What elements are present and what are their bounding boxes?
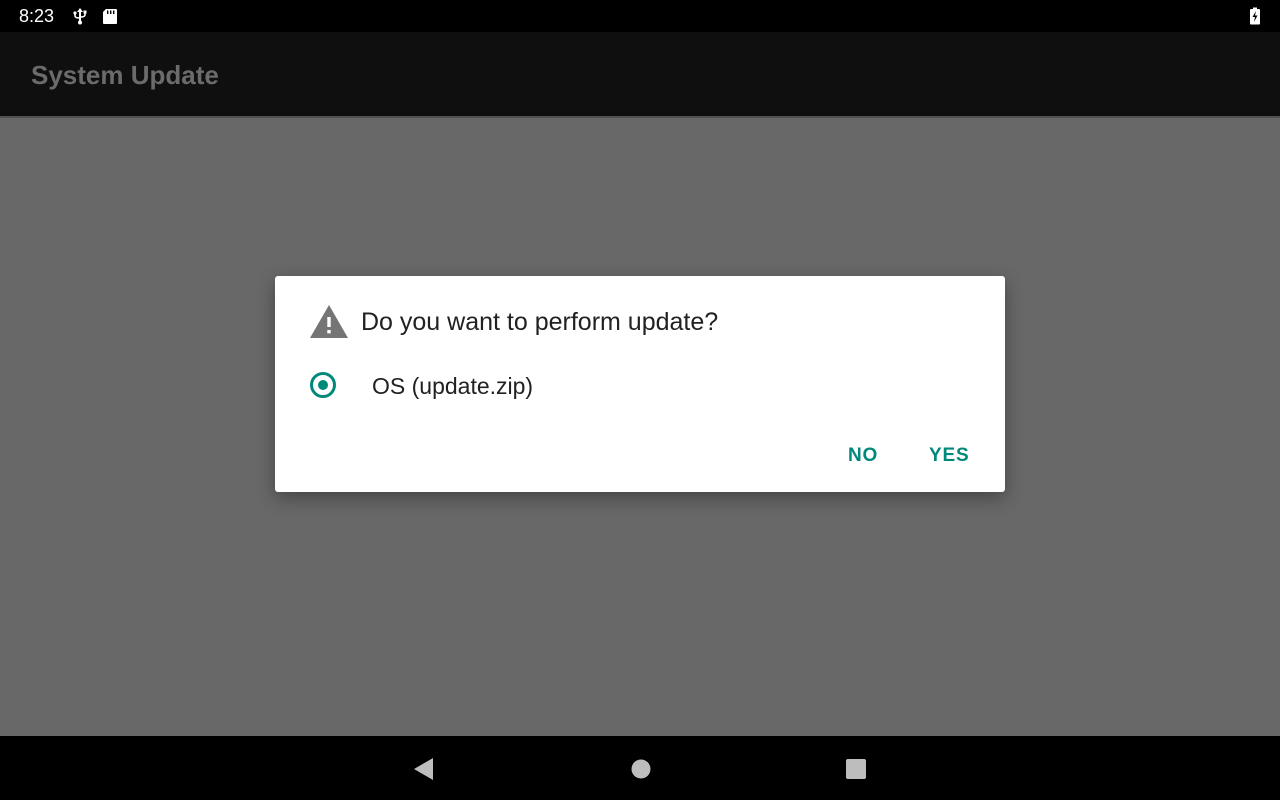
recents-icon[interactable] bbox=[841, 754, 871, 784]
radio-dot bbox=[318, 380, 328, 390]
option-label: OS (update.zip) bbox=[372, 373, 534, 399]
radio-button-selected[interactable] bbox=[310, 372, 336, 398]
home-icon[interactable] bbox=[626, 754, 656, 784]
back-icon[interactable] bbox=[408, 754, 438, 784]
no-button[interactable]: NO bbox=[838, 438, 888, 474]
status-time: 8:23 bbox=[19, 6, 55, 26]
update-dialog: Do you want to perform update? OS (updat… bbox=[275, 276, 1005, 492]
battery-charging-icon bbox=[1248, 7, 1262, 25]
update-option-os[interactable]: OS (update.zip) bbox=[295, 364, 985, 408]
sd-card-icon bbox=[101, 7, 119, 25]
app-bar: System Update bbox=[0, 32, 1280, 117]
yes-button[interactable]: YES bbox=[919, 438, 979, 474]
status-bar: 8:23 bbox=[0, 0, 1280, 32]
app-title: System Update bbox=[31, 60, 219, 90]
usb-icon bbox=[71, 7, 89, 25]
app-bar-divider bbox=[0, 116, 1280, 118]
screen: 8:23 System Update Do you want to perfor… bbox=[0, 0, 1280, 800]
dialog-title: Do you want to perform update? bbox=[361, 308, 719, 336]
warning-icon bbox=[309, 304, 349, 340]
navigation-bar bbox=[0, 736, 1280, 800]
